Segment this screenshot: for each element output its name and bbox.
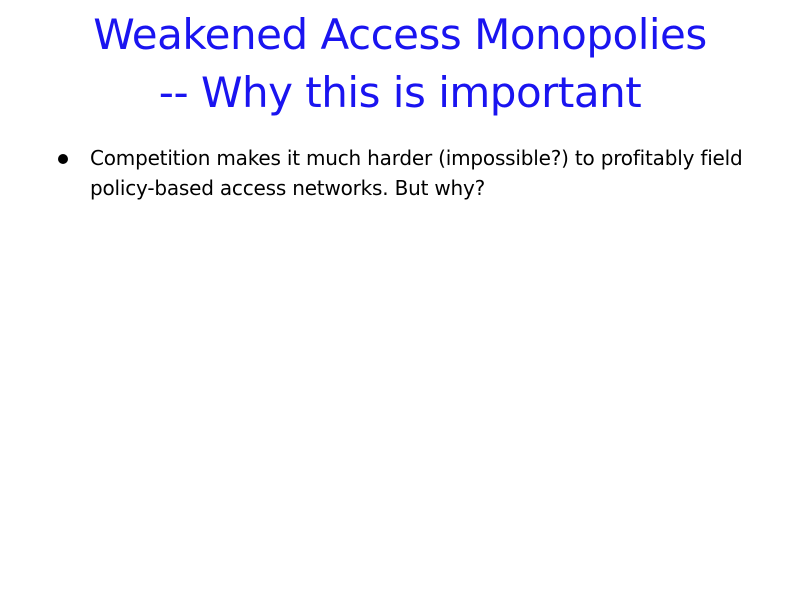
bullet-text: Competition makes it much harder (imposs…	[90, 146, 743, 200]
bullet-item: Competition makes it much harder (imposs…	[56, 143, 756, 203]
slide: Weakened Access Monopolies -- Why this i…	[0, 0, 800, 600]
slide-title: Weakened Access Monopolies -- Why this i…	[0, 6, 800, 122]
bullet-dot-icon	[58, 154, 68, 164]
bullet-list: Competition makes it much harder (imposs…	[56, 143, 756, 203]
title-line-1: Weakened Access Monopolies	[93, 10, 707, 59]
title-line-2: -- Why this is important	[158, 68, 642, 117]
